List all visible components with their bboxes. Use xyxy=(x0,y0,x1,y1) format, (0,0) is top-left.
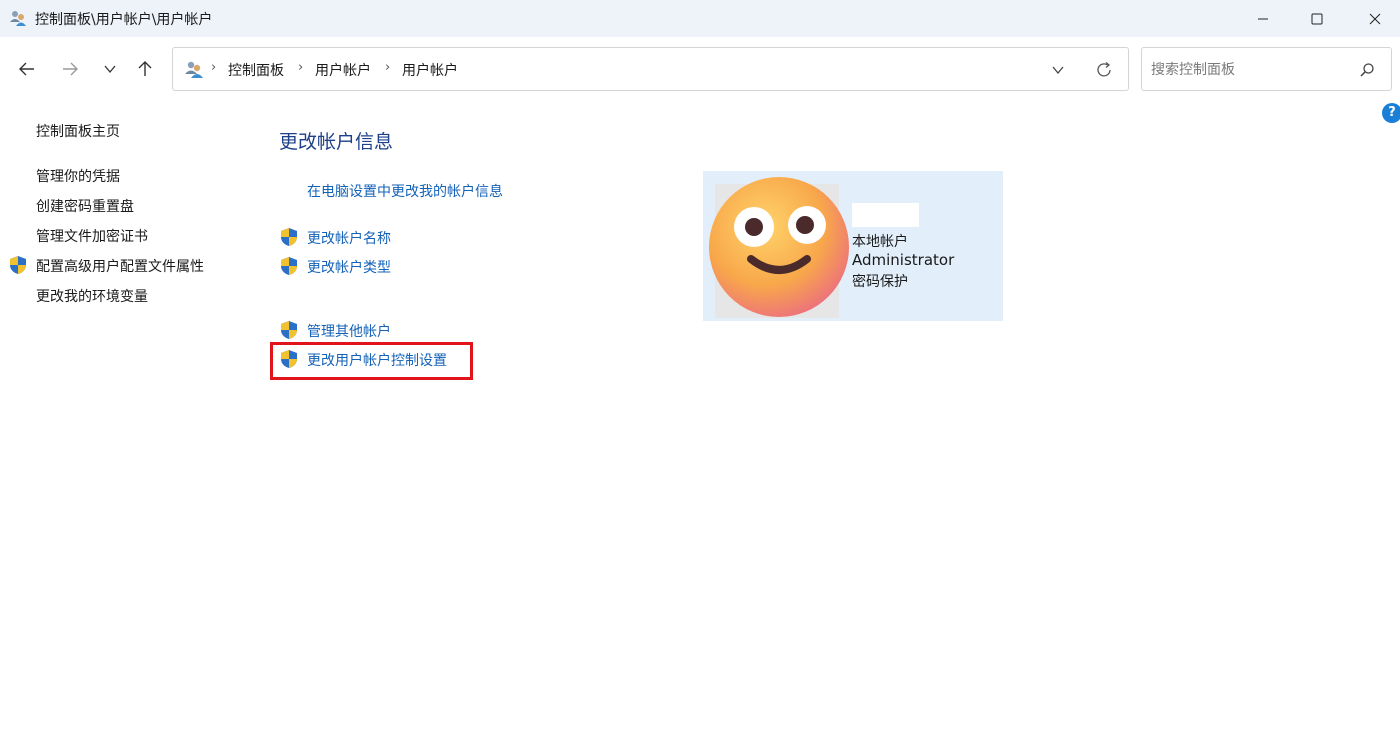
forward-button[interactable] xyxy=(56,55,84,83)
users-app-icon xyxy=(10,11,26,26)
account-role-label: Administrator xyxy=(852,251,955,269)
page-title: 更改帐户信息 xyxy=(279,131,394,153)
breadcrumb-control-panel[interactable]: 控制面板 xyxy=(228,60,284,80)
smiley-avatar-icon xyxy=(709,177,849,317)
window-title: 控制面板\用户帐户\用户帐户 xyxy=(35,12,213,28)
link-change-in-pc-settings[interactable]: 在电脑设置中更改我的帐户信息 xyxy=(307,181,503,201)
account-name-placeholder xyxy=(852,203,919,227)
minimize-button[interactable] xyxy=(1240,0,1286,37)
title-bar: 控制面板\用户帐户\用户帐户 xyxy=(0,0,1400,37)
breadcrumb-separator[interactable]: › xyxy=(211,60,216,75)
search-icon[interactable] xyxy=(1359,62,1375,78)
sidebar-item-environment-variables[interactable]: 更改我的环境变量 xyxy=(36,286,148,306)
link-manage-other-accounts[interactable]: 管理其他帐户 xyxy=(307,321,391,341)
breadcrumb-user-accounts[interactable]: 用户帐户 xyxy=(315,60,371,80)
search-input[interactable] xyxy=(1151,59,1351,81)
sidebar-item-password-reset-disk[interactable]: 创建密码重置盘 xyxy=(36,196,134,216)
uac-shield-icon xyxy=(281,321,297,339)
back-button[interactable] xyxy=(13,55,41,83)
sidebar-item-control-panel-home[interactable]: 控制面板主页 xyxy=(36,121,120,141)
link-change-account-type[interactable]: 更改帐户类型 xyxy=(307,257,391,277)
sidebar-item-manage-credentials[interactable]: 管理你的凭据 xyxy=(36,166,120,186)
sidebar-item-file-encryption-certificates[interactable]: 管理文件加密证书 xyxy=(36,226,148,246)
uac-shield-icon xyxy=(281,257,297,275)
arrow-up-icon xyxy=(138,61,152,76)
address-dropdown-icon[interactable] xyxy=(1050,62,1066,78)
recent-locations-button[interactable] xyxy=(96,55,124,83)
refresh-icon[interactable] xyxy=(1094,60,1114,80)
arrow-left-icon xyxy=(19,62,34,76)
account-card: 本地帐户 Administrator 密码保护 xyxy=(703,171,1003,321)
breadcrumb-separator[interactable]: › xyxy=(385,60,390,75)
maximize-button[interactable] xyxy=(1294,0,1340,37)
users-location-icon xyxy=(185,61,203,78)
chevron-down-icon xyxy=(104,65,116,74)
account-status-label: 密码保护 xyxy=(852,274,908,290)
search-box[interactable] xyxy=(1141,47,1392,91)
maximize-icon xyxy=(1311,13,1323,24)
address-bar[interactable]: › 控制面板 › 用户帐户 › 用户帐户 xyxy=(172,47,1129,91)
sidebar-item-advanced-profile-properties[interactable]: 配置高级用户配置文件属性 xyxy=(36,256,204,276)
close-button[interactable] xyxy=(1352,0,1398,37)
breadcrumb-current[interactable]: 用户帐户 xyxy=(402,60,458,80)
link-change-account-name[interactable]: 更改帐户名称 xyxy=(307,228,391,248)
up-button[interactable] xyxy=(131,55,159,83)
uac-shield-icon xyxy=(281,228,297,246)
close-icon xyxy=(1369,13,1381,24)
uac-shield-icon xyxy=(10,256,26,274)
arrow-right-icon xyxy=(63,62,78,76)
highlight-annotation-box xyxy=(270,342,473,380)
minimize-icon xyxy=(1258,18,1268,19)
breadcrumb-separator[interactable]: › xyxy=(298,60,303,75)
account-type-label: 本地帐户 xyxy=(852,234,908,250)
help-icon[interactable]: ? xyxy=(1382,103,1400,123)
